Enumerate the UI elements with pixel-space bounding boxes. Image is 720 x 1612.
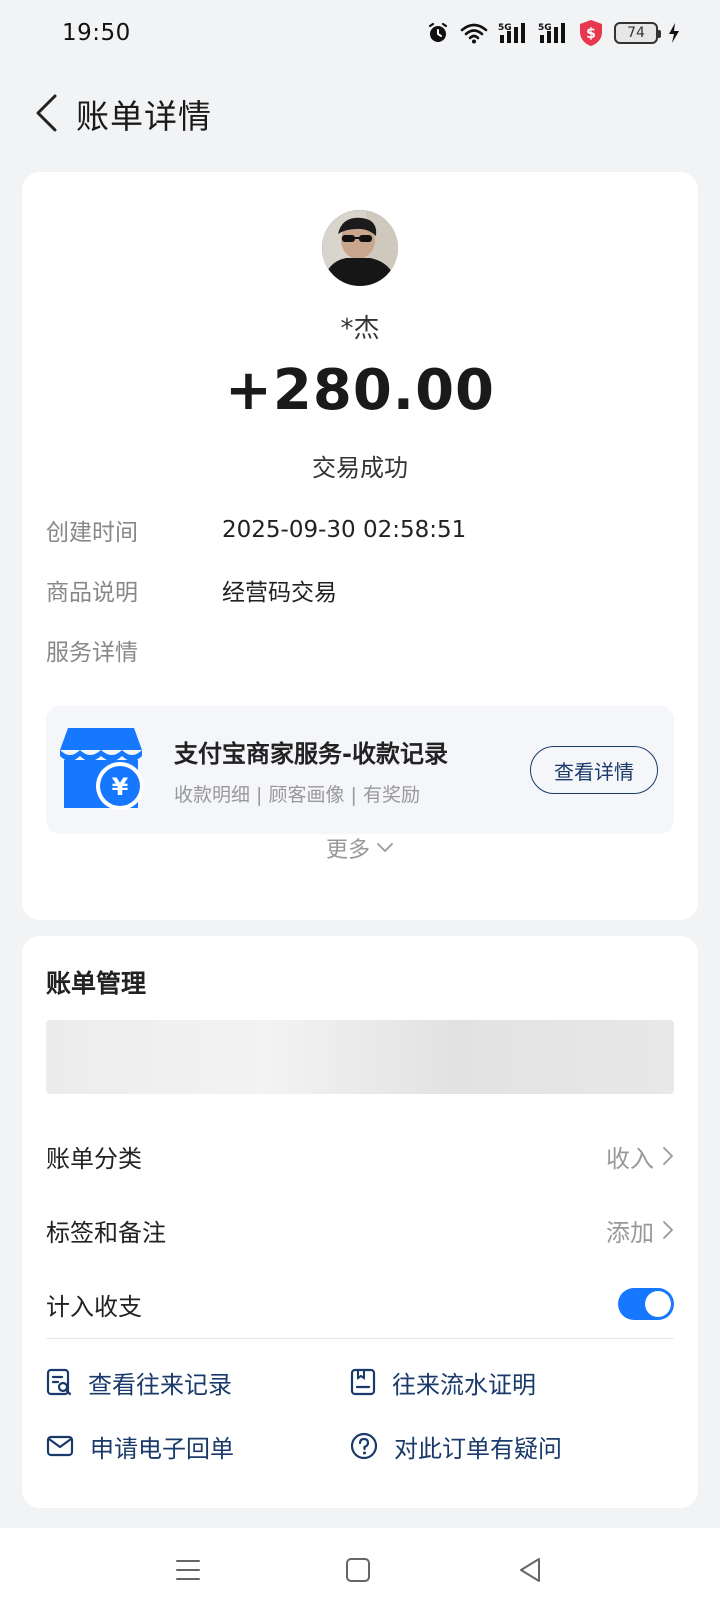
transaction-card: *杰 +280.00 交易成功 创建时间 2025-09-30 02:58:51… bbox=[22, 172, 698, 920]
header: 账单详情 bbox=[0, 78, 720, 148]
status-bar: 19:50 5G 5G $ 74 bbox=[0, 0, 720, 66]
action-label: 往来流水证明 bbox=[392, 1370, 536, 1399]
avatar[interactable] bbox=[322, 210, 398, 286]
action-label: 查看往来记录 bbox=[88, 1370, 232, 1399]
view-details-button[interactable]: 查看详情 bbox=[530, 746, 658, 794]
view-history-link[interactable]: 查看往来记录 bbox=[46, 1362, 232, 1402]
back-triangle-icon[interactable] bbox=[510, 1552, 550, 1588]
info-value: 2025-09-30 02:58:51 bbox=[222, 517, 467, 543]
mail-icon bbox=[46, 1435, 74, 1457]
merchant-service-title: 支付宝商家服务-收款记录 bbox=[174, 740, 448, 768]
status-icons: 5G 5G $ 74 bbox=[426, 18, 680, 48]
transaction-status: 交易成功 bbox=[312, 454, 408, 482]
payer-name: *杰 bbox=[340, 314, 380, 344]
include-in-budget-row: 计入收支 bbox=[46, 1282, 674, 1326]
chevron-right-icon bbox=[663, 1147, 674, 1165]
svg-text:¥: ¥ bbox=[112, 773, 129, 801]
home-icon[interactable] bbox=[338, 1552, 378, 1588]
include-in-budget-toggle[interactable] bbox=[618, 1288, 674, 1320]
status-time: 19:50 bbox=[62, 20, 131, 46]
order-question-link[interactable]: 对此订单有疑问 bbox=[350, 1426, 562, 1466]
chevron-down-icon bbox=[377, 843, 393, 853]
back-button[interactable] bbox=[24, 91, 68, 135]
row-value: 添加 bbox=[606, 1218, 654, 1247]
info-row-service-details: 服务详情 bbox=[46, 632, 222, 668]
action-label: 申请电子回单 bbox=[90, 1434, 234, 1463]
battery-icon: 74 bbox=[614, 22, 661, 44]
charging-icon bbox=[668, 22, 680, 44]
row-value-group: 收入 bbox=[606, 1139, 674, 1174]
info-label: 创建时间 bbox=[46, 520, 138, 546]
info-label: 服务详情 bbox=[46, 640, 138, 666]
record-search-icon bbox=[46, 1368, 72, 1396]
merchant-service-card[interactable]: ¥ 支付宝商家服务-收款记录 收款明细 | 顾客画像 | 有奖励 查看详情 bbox=[46, 706, 674, 834]
bill-management-card: 账单管理 账单分类 收入 标签和备注 添加 计入收支 查看往来记录 往来流水证明… bbox=[22, 936, 698, 1508]
bill-category-row[interactable]: 账单分类 收入 bbox=[46, 1134, 674, 1178]
tags-notes-row[interactable]: 标签和备注 添加 bbox=[46, 1208, 674, 1252]
info-value: 经营码交易 bbox=[222, 580, 337, 606]
merchant-service-subtitle: 收款明细 | 顾客画像 | 有奖励 bbox=[174, 784, 420, 806]
divider bbox=[46, 1338, 674, 1339]
menu-icon[interactable] bbox=[168, 1552, 208, 1588]
e-receipt-link[interactable]: 申请电子回单 bbox=[46, 1426, 234, 1466]
row-label: 账单分类 bbox=[46, 1144, 142, 1173]
action-label: 对此订单有疑问 bbox=[394, 1434, 562, 1463]
signal-5g-icon: 5G bbox=[538, 21, 568, 45]
chevron-right-icon bbox=[663, 1221, 674, 1239]
svg-text:$: $ bbox=[586, 26, 596, 42]
transaction-statement-link[interactable]: 往来流水证明 bbox=[350, 1362, 536, 1402]
more-label: 更多 bbox=[325, 838, 370, 863]
section-title: 账单管理 bbox=[46, 969, 147, 998]
store-yuan-icon: ¥ bbox=[60, 726, 144, 812]
question-icon bbox=[350, 1432, 378, 1460]
statement-icon bbox=[350, 1368, 376, 1396]
more-button[interactable]: 更多 bbox=[22, 830, 698, 866]
alarm-icon bbox=[426, 21, 450, 45]
ad-banner[interactable] bbox=[46, 1020, 674, 1094]
info-label: 商品说明 bbox=[46, 580, 138, 606]
signal-5g-icon: 5G bbox=[498, 21, 528, 45]
page-title: 账单详情 bbox=[76, 97, 212, 136]
info-row-created-time: 创建时间 2025-09-30 02:58:51 bbox=[46, 512, 466, 548]
chevron-left-icon bbox=[36, 94, 57, 132]
security-shield-icon: $ bbox=[578, 19, 604, 47]
info-row-product-desc: 商品说明 经营码交易 bbox=[46, 572, 337, 608]
system-nav-bar bbox=[0, 1528, 720, 1612]
wifi-icon bbox=[460, 22, 488, 44]
row-value: 收入 bbox=[606, 1144, 654, 1173]
row-label: 标签和备注 bbox=[46, 1218, 166, 1247]
row-label: 计入收支 bbox=[46, 1292, 142, 1321]
row-value-group: 添加 bbox=[606, 1213, 674, 1248]
transaction-amount: +280.00 bbox=[224, 358, 496, 423]
